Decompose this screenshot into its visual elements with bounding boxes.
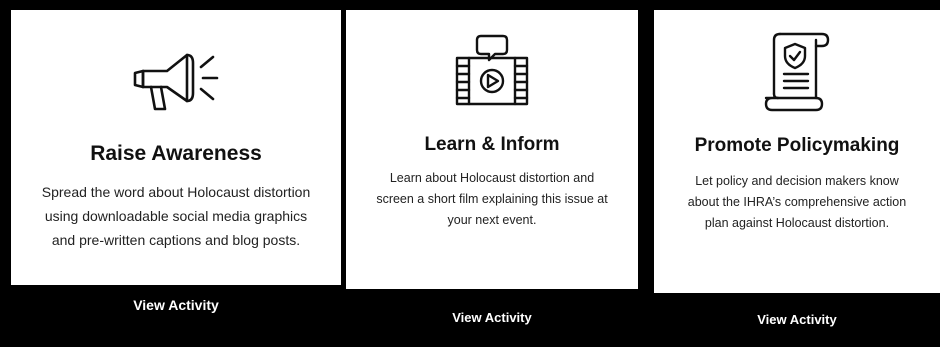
megaphone-icon <box>121 41 231 121</box>
activity-card-promote-policymaking: Promote Policymaking Let policy and deci… <box>654 10 940 347</box>
view-activity-button[interactable]: View Activity <box>11 285 341 347</box>
description-line: using downloadable social media graphics <box>44 208 308 224</box>
view-activity-button[interactable]: View Activity <box>346 289 638 347</box>
card-description: Spread the word about Holocaust distorti… <box>11 180 341 252</box>
card-title: Learn & Inform <box>424 134 560 155</box>
description-line: Spread the word about Holocaust distorti… <box>41 184 311 200</box>
description-line: plan against Holocaust distortion. <box>704 216 890 230</box>
description-line: Let policy and decision makers know <box>695 174 899 188</box>
description-line: and pre-written captions and blog posts. <box>51 232 301 248</box>
card-description: Learn about Holocaust distortion and scr… <box>346 168 638 231</box>
activity-card-learn-inform: Learn & Inform Learn about Holocaust dis… <box>346 10 638 347</box>
view-activity-button[interactable]: View Activity <box>654 293 940 347</box>
policy-scroll-icon <box>752 28 842 112</box>
description-line: Learn about Holocaust distortion and <box>389 171 595 185</box>
description-line: your next event. <box>447 213 537 227</box>
card-title: Promote Policymaking <box>694 135 900 156</box>
description-line: screen a short film explaining this issu… <box>376 192 608 206</box>
activity-card-raise-awareness: Raise Awareness Spread the word about Ho… <box>11 10 341 347</box>
card-title: Raise Awareness <box>90 142 262 165</box>
description-line: about the IHRA’s comprehensive action <box>687 195 907 209</box>
film-video-icon <box>447 32 537 110</box>
card-description: Let policy and decision makers know abou… <box>654 171 940 234</box>
